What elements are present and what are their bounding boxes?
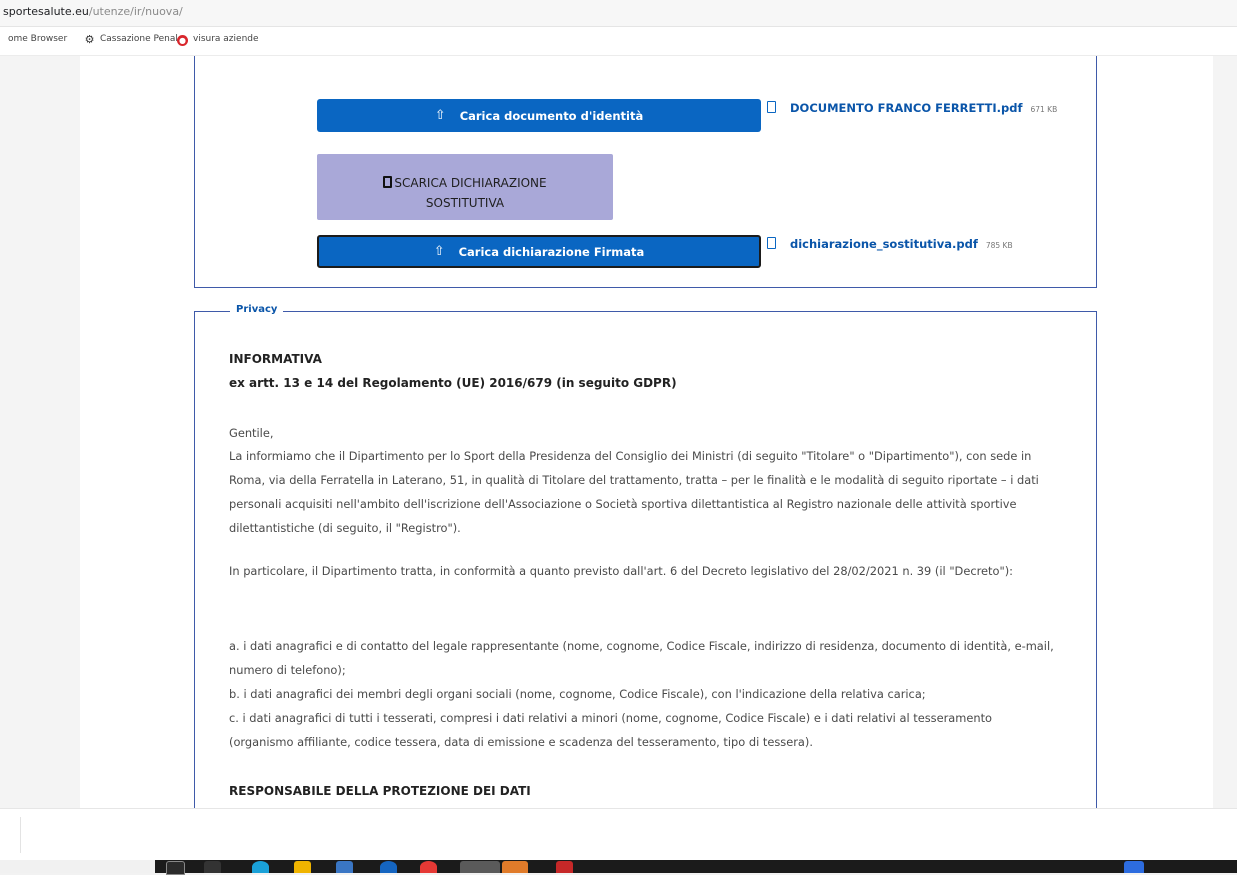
identity-file-size: 671 KB bbox=[1030, 105, 1058, 114]
bookmarks-bar: ome Browser ⚙ Cassazione Penale ● visura a… bbox=[0, 27, 1237, 56]
store-icon[interactable] bbox=[336, 861, 353, 873]
download-declaration-button[interactable]: SCARICA DICHIARAZIONE SOSTITUTIVA bbox=[317, 154, 613, 220]
privacy-legend: Privacy bbox=[230, 304, 284, 315]
privacy-title: INFORMATIVA bbox=[229, 352, 322, 366]
visura-icon: ● bbox=[177, 35, 188, 46]
url-path: /utenze/ir/nuova/ bbox=[88, 5, 183, 18]
identity-file-name: DOCUMENTO FRANCO FERRETTI.pdf bbox=[790, 101, 1023, 115]
bookmark-label: Cassazione Penale bbox=[100, 34, 184, 44]
upload-identity-label: Carica documento d'identità bbox=[459, 108, 644, 123]
privacy-item-c: c. i dati anagrafici di tutti i tesserat… bbox=[229, 711, 993, 749]
bookmark-browser[interactable]: ome Browser bbox=[8, 34, 67, 44]
folder-icon[interactable] bbox=[502, 861, 528, 873]
documents-section: ⇧ Carica documento d'identità DOCUMENTO … bbox=[194, 56, 1097, 288]
upload-icon: ⇧ bbox=[434, 108, 446, 123]
document-icon bbox=[383, 175, 393, 188]
file-icon bbox=[767, 101, 776, 113]
signed-file-size: 785 KB bbox=[985, 241, 1013, 250]
privacy-subtitle: ex artt. 13 e 14 del Regolamento (UE) 20… bbox=[229, 376, 677, 390]
taskbar bbox=[0, 860, 1237, 875]
cassazione-icon: ⚙ bbox=[84, 33, 95, 46]
active-app-icon[interactable] bbox=[460, 861, 500, 873]
bookmark-cassazione-penale[interactable]: ⚙ Cassazione Penale bbox=[84, 34, 183, 45]
edge-icon[interactable] bbox=[252, 861, 269, 873]
pdf-icon[interactable] bbox=[556, 861, 573, 873]
upload-signed-label: Carica dichiarazione Firmata bbox=[458, 244, 645, 259]
url-text[interactable]: sportesalute.eu/utenze/ir/nuova/ bbox=[3, 5, 183, 18]
bookmark-label: visura aziende bbox=[193, 34, 259, 44]
weather-icon[interactable] bbox=[1124, 861, 1144, 873]
privacy-paragraph-2: In particolare, il Dipartimento tratta, … bbox=[229, 564, 1013, 578]
page-viewport: ⇧ Carica documento d'identità DOCUMENTO … bbox=[0, 56, 1237, 808]
download-label-line2: SOSTITUTIVA bbox=[425, 195, 505, 210]
signed-file-link[interactable]: dichiarazione_sostitutiva.pdf 785 KB bbox=[767, 237, 1013, 251]
privacy-greeting: Gentile, bbox=[229, 426, 274, 440]
page-content: ⇧ Carica documento d'identità DOCUMENTO … bbox=[80, 56, 1213, 808]
privacy-section: Privacy INFORMATIVA ex artt. 13 e 14 del… bbox=[194, 304, 1097, 808]
url-host: sportesalute.eu bbox=[3, 5, 89, 18]
upload-signed-declaration-button[interactable]: ⇧ Carica dichiarazione Firmata bbox=[317, 235, 761, 268]
status-area bbox=[0, 808, 1237, 861]
signed-file-name: dichiarazione_sostitutiva.pdf bbox=[790, 237, 978, 251]
browser-icon[interactable] bbox=[380, 861, 397, 873]
privacy-item-a: a. i dati anagrafici e di contatto del l… bbox=[229, 639, 1054, 677]
task-view-icon[interactable] bbox=[204, 861, 221, 873]
taskbar-search[interactable] bbox=[0, 860, 155, 873]
file-explorer-icon[interactable] bbox=[294, 861, 311, 873]
bookmark-visura-aziende[interactable]: ● visura aziende bbox=[177, 34, 259, 46]
privacy-paragraph-1: La informiamo che il Dipartimento per lo… bbox=[229, 449, 1039, 535]
bookmark-label: ome Browser bbox=[8, 34, 68, 44]
address-bar[interactable]: sportesalute.eu/utenze/ir/nuova/ bbox=[0, 0, 1237, 27]
upload-icon: ⇧ bbox=[433, 244, 445, 259]
identity-file-link[interactable]: DOCUMENTO FRANCO FERRETTI.pdf 671 KB bbox=[767, 101, 1057, 115]
divider bbox=[20, 817, 21, 853]
download-label-line1: SCARICA DICHIARAZIONE bbox=[394, 175, 547, 190]
privacy-item-b: b. i dati anagrafici dei membri degli or… bbox=[229, 687, 926, 701]
upload-identity-document-button[interactable]: ⇧ Carica documento d'identità bbox=[317, 99, 761, 132]
privacy-section-heading: RESPONSABILE DELLA PROTEZIONE DEI DATI bbox=[229, 784, 531, 798]
file-icon bbox=[767, 237, 776, 249]
chrome-icon[interactable] bbox=[420, 861, 437, 873]
